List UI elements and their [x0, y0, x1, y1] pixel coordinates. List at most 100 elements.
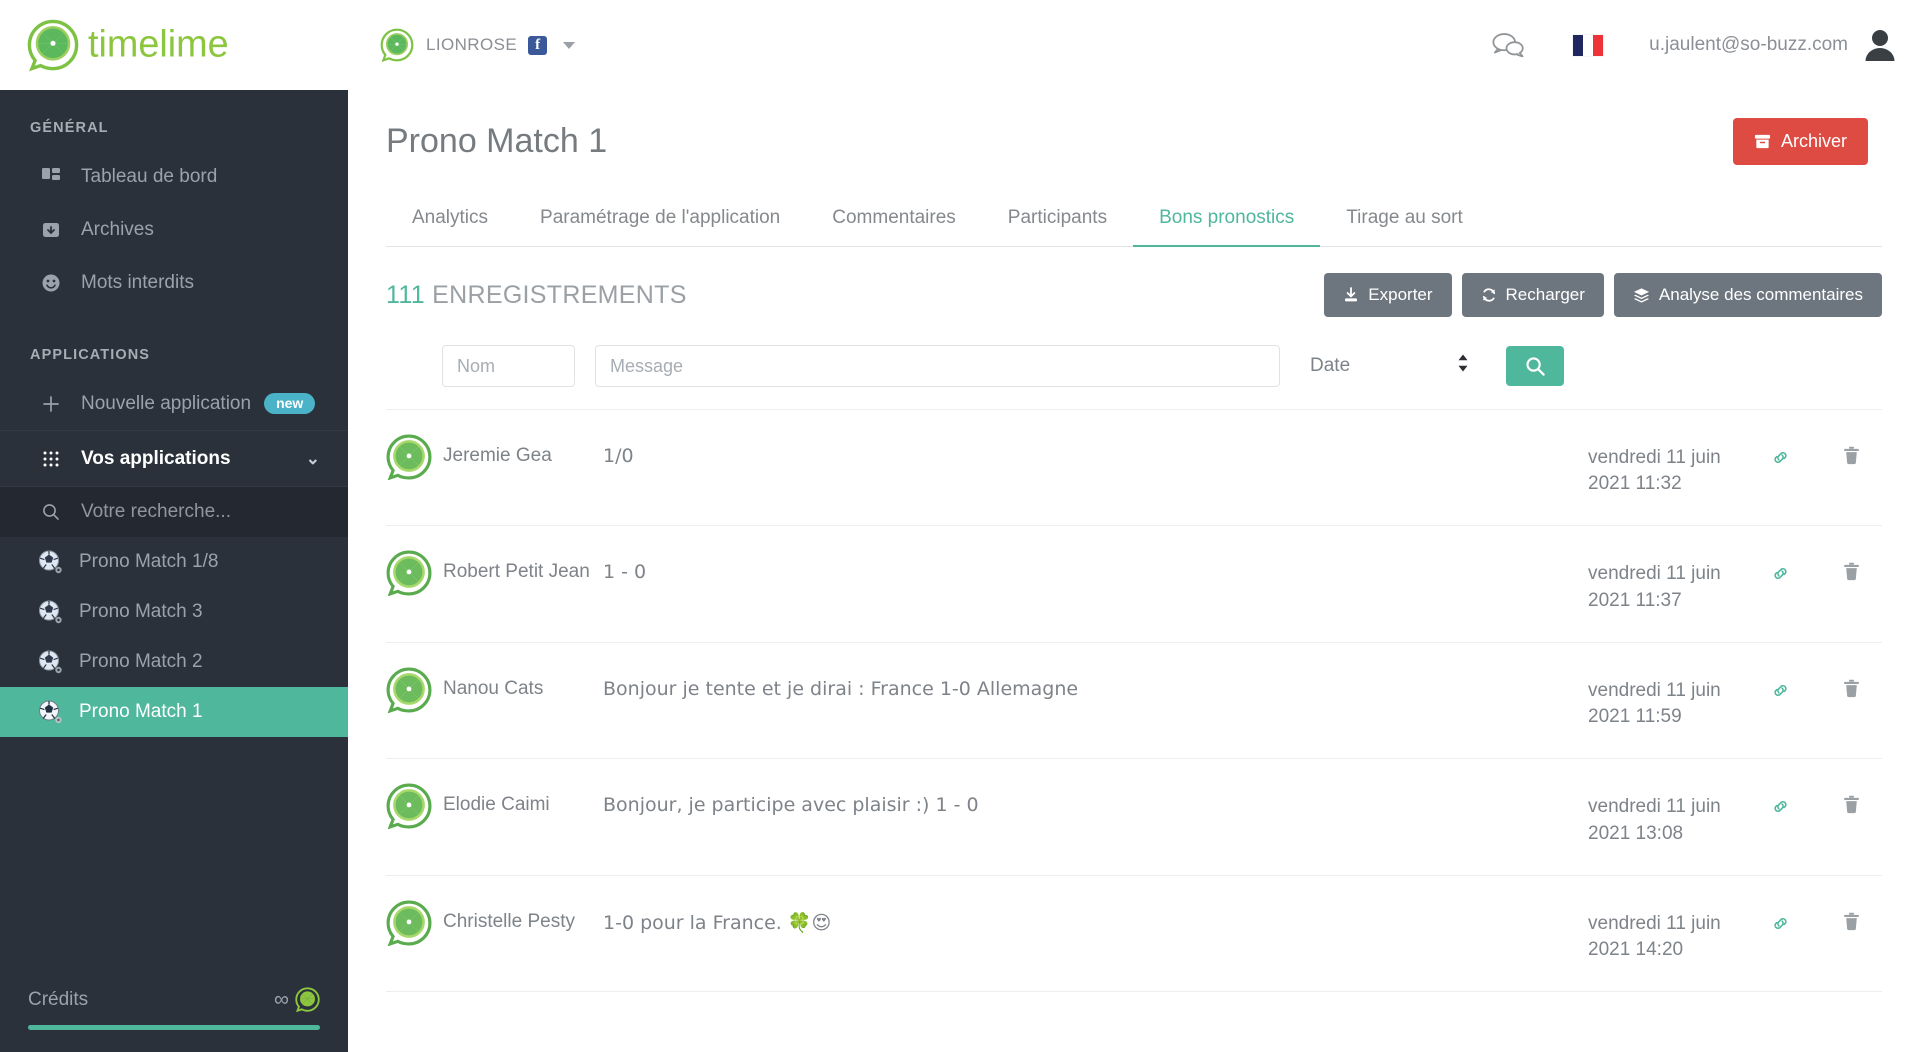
link-icon[interactable] — [1771, 797, 1790, 821]
date-sort-label: Date — [1310, 355, 1351, 376]
timelime-logo-icon — [27, 19, 79, 72]
link-icon[interactable] — [1771, 448, 1790, 472]
timelime-avatar-icon — [386, 783, 432, 830]
trash-icon[interactable] — [1843, 562, 1860, 586]
sidebar-item-vos-applications[interactable]: Vos applications ⌄ — [0, 430, 348, 487]
timelime-avatar-icon — [386, 900, 432, 946]
timelime-avatar-icon — [386, 434, 432, 480]
row-avatar — [386, 548, 443, 597]
search-icon — [40, 503, 62, 521]
sidebar-app-prono-match-3[interactable]: Prono Match 3 — [0, 587, 348, 637]
toolbar-actions: Exporter Recharger Analyse des commentai… — [1324, 273, 1882, 317]
row-link-cell — [1740, 548, 1820, 588]
table-row[interactable]: Nanou Cats Bonjour je tente et je dirai … — [386, 641, 1882, 758]
records-number: 111 — [386, 280, 425, 309]
comment-analysis-button[interactable]: Analyse des commentaires — [1613, 273, 1882, 317]
row-date: vendredi 11 juin 2021 11:59 — [1588, 665, 1740, 730]
search-button[interactable] — [1506, 346, 1564, 386]
sidebar: GÉNÉRAL Tableau de bord Archives Mots in… — [0, 90, 348, 1052]
row-avatar — [386, 432, 443, 480]
row-link-cell — [1740, 665, 1820, 705]
sort-arrows-icon — [1456, 353, 1470, 379]
comment-analysis-button-label: Analyse des commentaires — [1658, 285, 1863, 304]
sidebar-item-mots-interdits[interactable]: Mots interdits — [0, 256, 348, 309]
sidebar-item-nouvelle-application[interactable]: Nouvelle application new — [0, 377, 348, 430]
sidebar-app-label: Prono Match 3 — [79, 601, 203, 622]
chevron-down-icon[interactable]: ⌄ — [306, 450, 320, 467]
tab-commentaires[interactable]: Commentaires — [806, 193, 982, 247]
link-icon[interactable] — [1771, 681, 1790, 705]
trash-icon[interactable] — [1843, 912, 1860, 936]
filter-bar: Date — [386, 345, 1882, 409]
row-date-line2: 2021 11:32 — [1588, 473, 1682, 495]
header-right-actions: u.jaulent@so-buzz.com — [1491, 27, 1920, 63]
user-avatar-icon[interactable] — [1862, 27, 1898, 63]
layers-icon — [1633, 287, 1649, 303]
archive-button[interactable]: Archiver — [1732, 118, 1868, 165]
row-link-cell — [1740, 898, 1820, 938]
table-row[interactable]: Jeremie Gea 1/0 vendredi 11 juin 2021 11… — [386, 409, 1882, 525]
date-sort-header[interactable]: Date — [1310, 353, 1470, 379]
sidebar-item-archives[interactable]: Archives — [0, 203, 348, 256]
table-row[interactable]: Elodie Caimi Bonjour, je participe avec … — [386, 758, 1882, 874]
app-logo[interactable]: timelime — [0, 0, 348, 90]
credits-label: Crédits — [28, 988, 89, 1010]
trash-icon[interactable] — [1843, 679, 1860, 703]
row-date: vendredi 11 juin 2021 11:32 — [1588, 432, 1740, 497]
soccer-ball-icon — [39, 650, 62, 674]
sidebar-app-prono-match-1-8[interactable]: Prono Match 1/8 — [0, 537, 348, 587]
row-name: Nanou Cats — [443, 677, 544, 699]
row-name: Christelle Pesty — [443, 910, 575, 932]
row-date-line1: vendredi 11 juin — [1588, 447, 1721, 468]
facebook-icon[interactable]: f — [528, 35, 548, 55]
sidebar-item-tableau-de-bord[interactable]: Tableau de bord — [0, 150, 348, 203]
table-row-partial[interactable] — [386, 991, 1882, 1001]
table-row[interactable]: Robert Petit Jean 1 - 0 vendredi 11 juin… — [386, 525, 1882, 641]
row-date-line2: 2021 11:37 — [1588, 589, 1682, 611]
soccer-ball-icon — [39, 550, 62, 574]
export-button[interactable]: Exporter — [1324, 273, 1452, 317]
credits-value: ∞ — [274, 987, 289, 1011]
row-date-line1: vendredi 11 juin — [1588, 563, 1721, 585]
sidebar-search-input[interactable] — [81, 501, 311, 523]
tab-analytics[interactable]: Analytics — [386, 193, 514, 247]
row-delete-cell — [1820, 432, 1882, 470]
table-row[interactable]: Christelle Pesty 1-0 pour la France. 🍀😍 … — [386, 874, 1882, 991]
trash-icon[interactable] — [1843, 446, 1860, 470]
tab-bar: Analytics Paramétrage de l'application C… — [386, 193, 1882, 247]
row-date: vendredi 11 juin 2021 13:08 — [1588, 781, 1740, 846]
row-message: Bonjour, je participe avec plaisir :) 1 … — [603, 794, 979, 817]
timelime-wordmark: timelime — [88, 23, 229, 65]
french-flag-icon[interactable] — [1573, 34, 1604, 56]
smiley-icon — [40, 272, 62, 294]
page-header: Prono Match 1 Archiver — [348, 90, 1920, 165]
chat-bubbles-icon[interactable] — [1491, 28, 1525, 62]
reload-button[interactable]: Recharger — [1461, 273, 1604, 317]
tab-parametrage[interactable]: Paramétrage de l'application — [514, 193, 806, 247]
row-delete-cell — [1820, 898, 1882, 936]
archive-box-icon — [40, 219, 62, 241]
sidebar-app-prono-match-2[interactable]: Prono Match 2 — [0, 637, 348, 687]
link-icon[interactable] — [1771, 564, 1790, 588]
row-date-line1: vendredi 11 juin — [1588, 796, 1721, 818]
row-date-line2: 2021 11:59 — [1588, 706, 1682, 728]
link-icon[interactable] — [1771, 914, 1790, 938]
row-message: 1/0 — [603, 445, 634, 467]
archive-button-label: Archiver — [1780, 131, 1847, 151]
tab-participants[interactable]: Participants — [982, 193, 1133, 247]
brand-selector[interactable]: LIONROSE f — [380, 28, 576, 62]
filter-nom-input[interactable] — [442, 345, 575, 387]
tab-bons-pronostics[interactable]: Bons pronostics — [1133, 193, 1321, 247]
trash-icon[interactable] — [1843, 795, 1860, 819]
row-delete-cell — [1820, 665, 1882, 703]
plus-icon — [40, 393, 62, 415]
filter-message-input[interactable] — [595, 345, 1280, 387]
sidebar-search[interactable] — [0, 487, 348, 537]
row-name: Robert Petit Jean — [443, 561, 590, 583]
row-name: Jeremie Gea — [443, 445, 552, 466]
row-avatar — [386, 898, 443, 946]
chevron-down-icon[interactable] — [563, 41, 576, 49]
records-toolbar: 111 ENREGISTREMENTS Exporter Recharger A… — [386, 273, 1882, 317]
tab-tirage-au-sort[interactable]: Tirage au sort — [1320, 193, 1489, 247]
sidebar-app-prono-match-1[interactable]: Prono Match 1 — [0, 687, 348, 737]
